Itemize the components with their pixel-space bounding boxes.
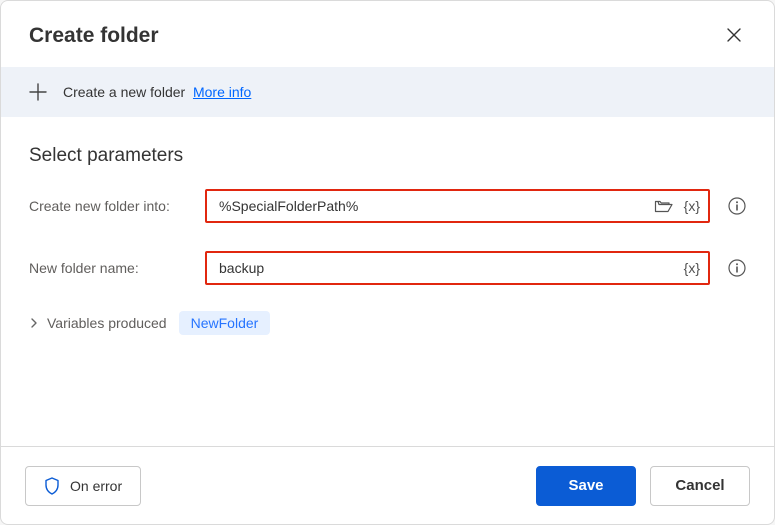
into-info-button[interactable]	[728, 197, 746, 215]
into-label: Create new folder into:	[29, 198, 187, 214]
browse-folder-button[interactable]	[652, 196, 676, 216]
info-text: Create a new folder More info	[63, 84, 251, 100]
field-row-into: Create new folder into: {x}	[29, 189, 746, 223]
name-input[interactable]	[217, 259, 676, 277]
dialog-header: Create folder	[1, 1, 774, 67]
section-title: Select parameters	[29, 145, 746, 167]
dialog-body: Select parameters Create new folder into…	[1, 117, 774, 446]
field-row-name: New folder name: {x}	[29, 251, 746, 285]
info-icon	[728, 197, 746, 215]
plus-icon	[29, 83, 47, 101]
close-icon	[726, 27, 742, 43]
create-folder-dialog: Create folder Create a new folder More i…	[0, 0, 775, 525]
shield-icon	[44, 477, 60, 495]
chevron-right-icon	[29, 318, 39, 328]
variable-placeholder-icon: {x}	[684, 199, 700, 213]
variable-chip[interactable]: NewFolder	[179, 311, 271, 335]
on-error-label: On error	[70, 478, 122, 494]
variables-toggle[interactable]: Variables produced	[29, 315, 167, 331]
info-strip: Create a new folder More info	[1, 67, 774, 117]
cancel-button[interactable]: Cancel	[650, 466, 750, 506]
variables-produced-row: Variables produced NewFolder	[29, 311, 746, 335]
on-error-button[interactable]: On error	[25, 466, 141, 506]
insert-variable-button[interactable]: {x}	[682, 197, 702, 215]
dialog-title: Create folder	[29, 25, 159, 46]
variable-placeholder-icon: {x}	[684, 261, 700, 275]
save-button[interactable]: Save	[536, 466, 636, 506]
into-input-wrap: {x}	[205, 189, 710, 223]
into-input[interactable]	[217, 197, 646, 215]
name-info-button[interactable]	[728, 259, 746, 277]
more-info-link[interactable]: More info	[193, 84, 251, 100]
name-label: New folder name:	[29, 260, 187, 276]
folder-open-icon	[654, 198, 674, 214]
insert-variable-button-name[interactable]: {x}	[682, 259, 702, 277]
variables-label: Variables produced	[47, 315, 167, 331]
dialog-footer: On error Save Cancel	[1, 446, 774, 524]
info-text-label: Create a new folder	[63, 84, 185, 100]
footer-right: Save Cancel	[536, 466, 750, 506]
name-input-wrap: {x}	[205, 251, 710, 285]
info-icon	[728, 259, 746, 277]
close-button[interactable]	[722, 23, 746, 47]
